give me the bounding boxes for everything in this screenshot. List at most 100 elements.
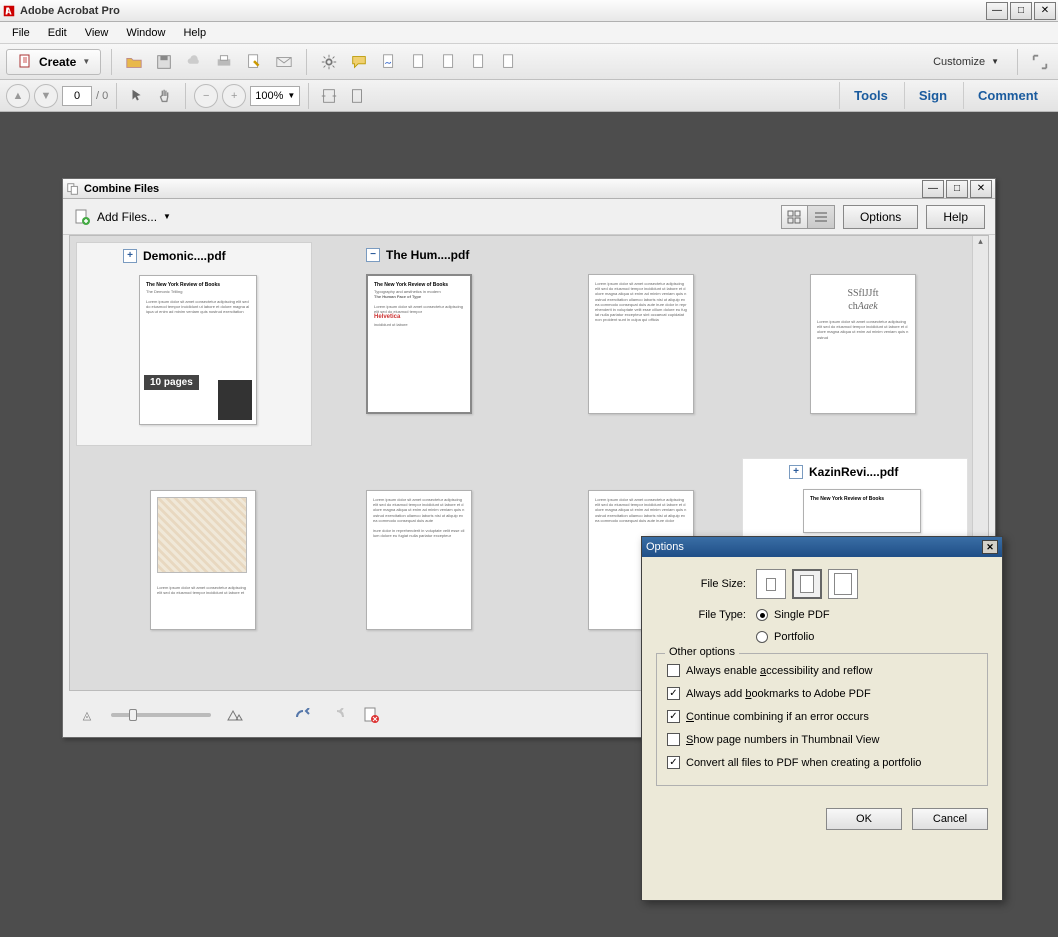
app-icon: [2, 4, 16, 18]
page-thumbnail[interactable]: The New York Review of Books: [803, 489, 921, 533]
options-dialog: Options ✕ File Size: File Type: Single P…: [641, 536, 1003, 901]
ok-button[interactable]: OK: [826, 808, 902, 830]
doc-tool2-icon[interactable]: [437, 50, 461, 74]
page-thumbnail[interactable]: Lorem ipsum dolor sit amet consectetur a…: [588, 274, 694, 414]
add-files-button[interactable]: Add Files... ▼: [73, 208, 171, 226]
sign-panel-link[interactable]: Sign: [904, 82, 961, 109]
dropdown-icon: ▼: [82, 57, 90, 66]
file-group[interactable]: + Demonic....pdf The New York Review of …: [76, 242, 312, 446]
save-icon[interactable]: [152, 50, 176, 74]
print-icon[interactable]: [212, 50, 236, 74]
dropdown-icon: ▼: [163, 212, 171, 221]
maximize-button[interactable]: □: [1010, 2, 1032, 20]
filesize-medium-button[interactable]: [792, 569, 822, 599]
main-titlebar: Adobe Acrobat Pro — □ ✕: [0, 0, 1058, 22]
portfolio-radio[interactable]: [756, 631, 768, 643]
customize-button[interactable]: Customize ▼: [925, 56, 1007, 68]
options-titlebar: Options ✕: [642, 537, 1002, 557]
filesize-small-button[interactable]: [756, 569, 786, 599]
sign-doc-icon[interactable]: [377, 50, 401, 74]
page-thumbnail[interactable]: The New York Review of BooksTypography a…: [366, 274, 472, 414]
menu-view[interactable]: View: [77, 25, 117, 41]
pagenumbers-checkbox[interactable]: [667, 733, 680, 746]
expand-icon[interactable]: +: [123, 249, 137, 263]
thumbnail-size-slider[interactable]: [111, 713, 211, 717]
zoom-large-icon[interactable]: [225, 705, 245, 725]
help-button[interactable]: Help: [926, 205, 985, 229]
create-button[interactable]: Create ▼: [6, 49, 101, 75]
convert-label: Convert all files to PDF when creating a…: [686, 757, 921, 769]
options-close-button[interactable]: ✕: [982, 540, 998, 554]
menu-file[interactable]: File: [4, 25, 38, 41]
zoom-field[interactable]: 100%▼: [250, 86, 300, 106]
redo-icon[interactable]: [327, 705, 347, 725]
file-group[interactable]: + KazinRevi....pdf The New York Review o…: [742, 458, 968, 538]
accessibility-checkbox[interactable]: [667, 664, 680, 677]
page-thumbnail[interactable]: SSflJJftchAaek Lorem ipsum dolor sit ame…: [810, 274, 916, 414]
doc-tool1-icon[interactable]: [407, 50, 431, 74]
list-view-button[interactable]: [808, 206, 834, 228]
menubar: File Edit View Window Help: [0, 22, 1058, 44]
cloud-icon[interactable]: [182, 50, 206, 74]
menu-window[interactable]: Window: [118, 25, 173, 41]
continue-checkbox[interactable]: ✓: [667, 710, 680, 723]
tools-panel-link[interactable]: Tools: [839, 82, 902, 109]
remove-icon[interactable]: [361, 705, 381, 725]
comment-icon[interactable]: [347, 50, 371, 74]
email-icon[interactable]: [272, 50, 296, 74]
undo-icon[interactable]: [293, 705, 313, 725]
dropdown-icon: ▼: [991, 57, 999, 66]
combine-minimize-button[interactable]: —: [922, 180, 944, 198]
edit-doc-icon[interactable]: [242, 50, 266, 74]
combine-title: Combine Files: [84, 183, 159, 195]
combine-maximize-button[interactable]: □: [946, 180, 968, 198]
filetype-label: File Type:: [656, 609, 746, 621]
combine-close-button[interactable]: ✕: [970, 180, 992, 198]
zoom-small-icon[interactable]: ◬: [77, 705, 97, 725]
page-thumbnail[interactable]: The New York Review of BooksThe Demonic …: [139, 275, 257, 425]
select-tool-icon[interactable]: [125, 84, 149, 108]
page-up-icon[interactable]: ▲: [6, 84, 30, 108]
doc-tool3-icon[interactable]: [467, 50, 491, 74]
nav-toolbar: ▲ ▼ / 0 − + 100%▼ Tools Sign Comment: [0, 80, 1058, 112]
portfolio-label: Portfolio: [774, 631, 814, 643]
zoom-value: 100%: [255, 90, 283, 102]
combine-toolbar: Add Files... ▼ Options Help: [63, 199, 995, 235]
create-label: Create: [39, 55, 76, 69]
menu-edit[interactable]: Edit: [40, 25, 75, 41]
convert-checkbox[interactable]: ✓: [667, 756, 680, 769]
options-button[interactable]: Options: [843, 205, 918, 229]
thumbnail-view-button[interactable]: [782, 206, 808, 228]
expand-icon[interactable]: [1028, 50, 1052, 74]
zoom-out-icon[interactable]: −: [194, 84, 218, 108]
accessibility-label: Always enable accessibility and reflow: [686, 665, 873, 677]
other-options-group: Other options Always enable accessibilit…: [656, 653, 988, 786]
page-number-input[interactable]: [62, 86, 92, 106]
expand-icon[interactable]: +: [789, 465, 803, 479]
page-down-icon[interactable]: ▼: [34, 84, 58, 108]
single-pdf-radio[interactable]: [756, 609, 768, 621]
menu-help[interactable]: Help: [175, 25, 214, 41]
fit-page-icon[interactable]: [345, 84, 369, 108]
gear-icon[interactable]: [317, 50, 341, 74]
open-icon[interactable]: [122, 50, 146, 74]
other-options-label: Other options: [665, 646, 739, 658]
comment-panel-link[interactable]: Comment: [963, 82, 1052, 109]
filesize-large-button[interactable]: [828, 569, 858, 599]
page-thumbnail[interactable]: Lorem ipsum dolor sit amet consectetur a…: [366, 490, 472, 630]
combine-icon: [66, 182, 80, 196]
collapse-icon[interactable]: −: [366, 248, 380, 262]
cancel-button[interactable]: Cancel: [912, 808, 988, 830]
page-thumbnail[interactable]: Lorem ipsum dolor sit amet consectetur a…: [150, 490, 256, 630]
close-button[interactable]: ✕: [1034, 2, 1056, 20]
add-files-label: Add Files...: [97, 210, 157, 224]
customize-label: Customize: [933, 56, 985, 68]
minimize-button[interactable]: —: [986, 2, 1008, 20]
bookmarks-checkbox[interactable]: ✓: [667, 687, 680, 700]
fit-width-icon[interactable]: [317, 84, 341, 108]
combine-titlebar: Combine Files — □ ✕: [63, 179, 995, 199]
hand-tool-icon[interactable]: [153, 84, 177, 108]
bookmarks-label: Always add bookmarks to Adobe PDF: [686, 688, 871, 700]
doc-tool4-icon[interactable]: [497, 50, 521, 74]
zoom-in-icon[interactable]: +: [222, 84, 246, 108]
